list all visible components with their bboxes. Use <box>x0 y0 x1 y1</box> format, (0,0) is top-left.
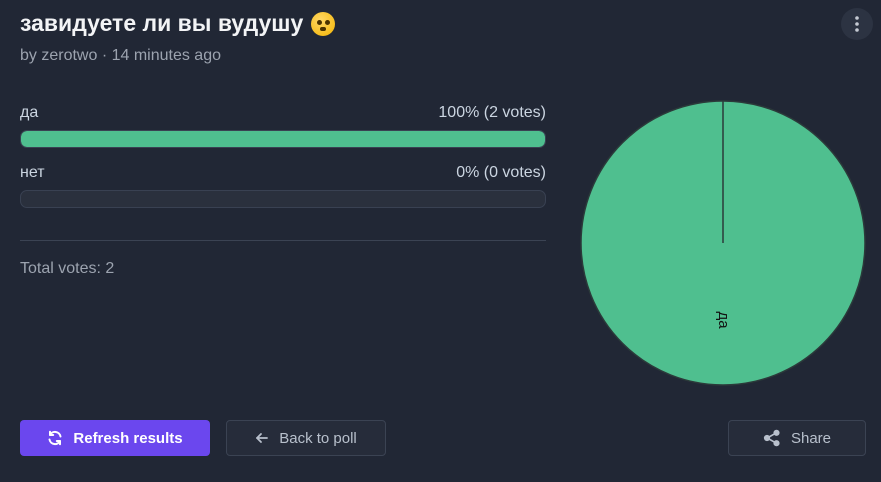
option-progress-bar <box>20 190 546 208</box>
total-votes: Total votes: 2 <box>20 260 115 277</box>
poll-author-line: by zerotwo · 14 minutes ago <box>20 47 221 64</box>
back-to-poll-button[interactable]: Back to poll <box>226 420 386 456</box>
poll-option-da: да 100% (2 votes) <box>20 104 546 148</box>
option-progress-fill <box>21 131 545 147</box>
share-icon <box>763 429 780 447</box>
refresh-button-label: Refresh results <box>73 429 183 447</box>
option-result: 100% (2 votes) <box>438 104 546 121</box>
refresh-icon <box>48 430 62 446</box>
pie-slice-label: да <box>715 311 732 329</box>
results-pie-chart: да <box>580 100 866 386</box>
more-vertical-icon <box>855 16 859 32</box>
poll-title: завидуете ли вы вудушу <box>20 10 336 37</box>
option-label: да <box>20 104 39 121</box>
option-progress-bar <box>20 130 546 148</box>
divider <box>20 240 546 241</box>
share-button[interactable]: Share <box>728 420 866 456</box>
poll-option-net: нет 0% (0 votes) <box>20 164 546 208</box>
share-button-label: Share <box>790 429 832 447</box>
arrow-left-icon <box>256 433 269 443</box>
more-options-button[interactable] <box>841 8 873 40</box>
option-result: 0% (0 votes) <box>456 164 546 181</box>
refresh-results-button[interactable]: Refresh results <box>20 420 210 456</box>
thinking-face-emoji-icon <box>311 11 336 36</box>
option-label: нет <box>20 164 45 181</box>
poll-title-text: завидуете ли вы вудушу <box>20 10 304 36</box>
back-button-label: Back to poll <box>279 429 357 447</box>
